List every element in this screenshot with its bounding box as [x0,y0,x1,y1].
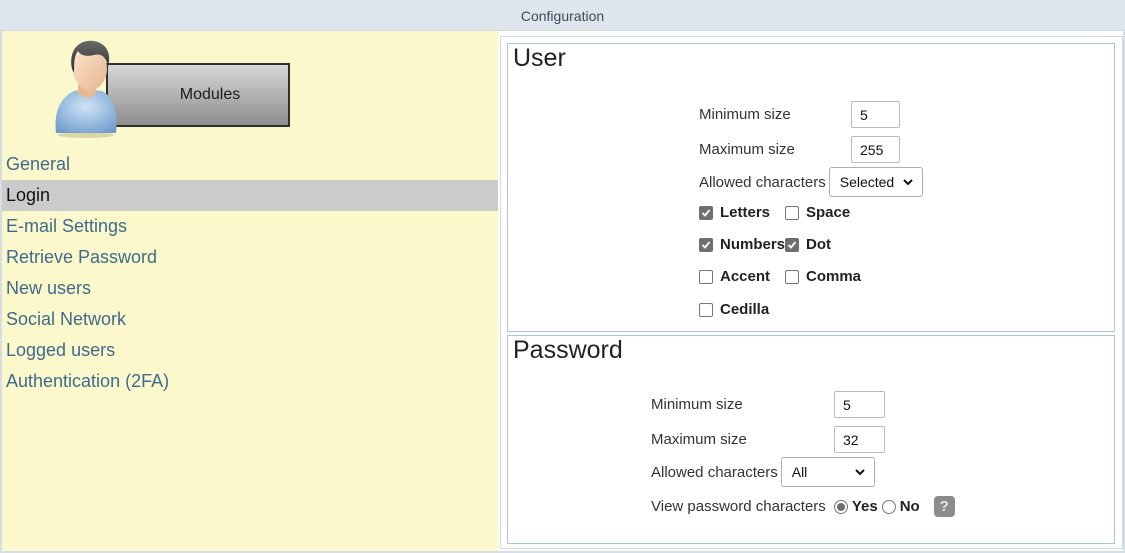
sidebar-nav: General Login E-mail Settings Retrieve Pass… [2,149,498,397]
user-section-title: User [513,44,568,72]
password-max-size-label: Maximum size [651,431,747,448]
password-max-size-input[interactable] [834,426,885,453]
letters-label: Letters [720,204,771,221]
password-max-size-row: Maximum size [651,426,885,453]
view-password-yes-radio[interactable] [833,499,848,514]
view-password-yes-label: Yes [851,498,878,515]
sidebar-item-authentication-2fa[interactable]: Authentication (2FA) [2,366,498,397]
accent-checkbox[interactable] [699,269,713,284]
numbers-label: Numbers [720,236,786,253]
user-min-size-row: Minimum size [699,101,900,128]
checkmark-icon [701,240,711,249]
window-title: Configuration [0,0,1125,31]
user-max-size-input[interactable] [851,136,900,163]
password-fieldset: Password Minimum size Maximum size Allow… [507,335,1115,544]
user-fieldset: User Minimum size Maximum size Allowed c… [507,43,1115,332]
password-allowed-row: Allowed characters All [651,457,875,487]
checkmark-icon [701,208,711,217]
password-min-size-input[interactable] [834,391,885,418]
sidebar-item-new-users[interactable]: New users [2,273,498,304]
modules-button[interactable]: Modules [106,63,290,127]
user-max-size-label: Maximum size [699,141,795,158]
main-content: User Minimum size Maximum size Allowed c… [500,36,1123,549]
option-comma: Comma [785,268,861,285]
option-accent: Accent [699,268,770,285]
password-min-size-row: Minimum size [651,391,885,418]
user-allowed-select[interactable]: Selected [828,167,923,197]
chevron-down-icon [855,469,865,476]
option-letters: Letters [699,204,770,221]
accent-label: Accent [720,268,771,285]
sidebar-item-social-network[interactable]: Social Network [2,304,498,335]
letters-checkbox[interactable] [699,205,713,220]
password-min-size-label: Minimum size [651,396,743,413]
user-allowed-value: Selected [839,174,895,190]
user-avatar-icon [55,40,117,138]
option-dot: Dot [785,236,831,253]
help-icon[interactable]: ? [933,496,955,517]
space-checkbox[interactable] [785,205,799,220]
user-allowed-label: Allowed characters [699,173,826,191]
space-label: Space [806,204,851,221]
user-allowed-row: Allowed characters Selected [699,167,923,197]
sidebar-item-general[interactable]: General [2,149,498,180]
sidebar-item-e-mail-settings[interactable]: E-mail Settings [2,211,498,242]
user-max-size-row: Maximum size [699,136,900,163]
option-numbers: Numbers [699,236,785,253]
view-password-label: View password characters [651,498,826,515]
checkmark-icon [787,240,797,249]
sidebar: Modules General Login E-mail Settings Re… [2,31,498,551]
cedilla-label: Cedilla [720,301,770,318]
password-allowed-value: All [791,464,808,480]
user-min-size-label: Minimum size [699,106,791,123]
sidebar-item-login[interactable]: Login [2,180,498,211]
password-allowed-label: Allowed characters [651,463,778,481]
numbers-checkbox[interactable] [699,237,713,252]
view-password-row: View password characters Yes No ? [651,496,955,517]
user-min-size-input[interactable] [851,101,900,128]
dot-label: Dot [806,236,831,253]
password-section-title: Password [513,336,625,364]
comma-checkbox[interactable] [785,269,799,284]
password-allowed-select[interactable]: All [780,457,875,487]
dot-checkbox[interactable] [785,237,799,252]
chevron-down-icon [903,179,913,186]
cedilla-checkbox[interactable] [699,302,713,317]
sidebar-item-retrieve-password[interactable]: Retrieve Password [2,242,498,273]
sidebar-item-logged-users[interactable]: Logged users [2,335,498,366]
modules-header: Modules [52,35,292,140]
option-cedilla: Cedilla [699,301,769,318]
view-password-no-label: No [899,498,920,515]
view-password-no-radio[interactable] [881,499,896,514]
comma-label: Comma [806,268,862,285]
option-space: Space [785,204,850,221]
